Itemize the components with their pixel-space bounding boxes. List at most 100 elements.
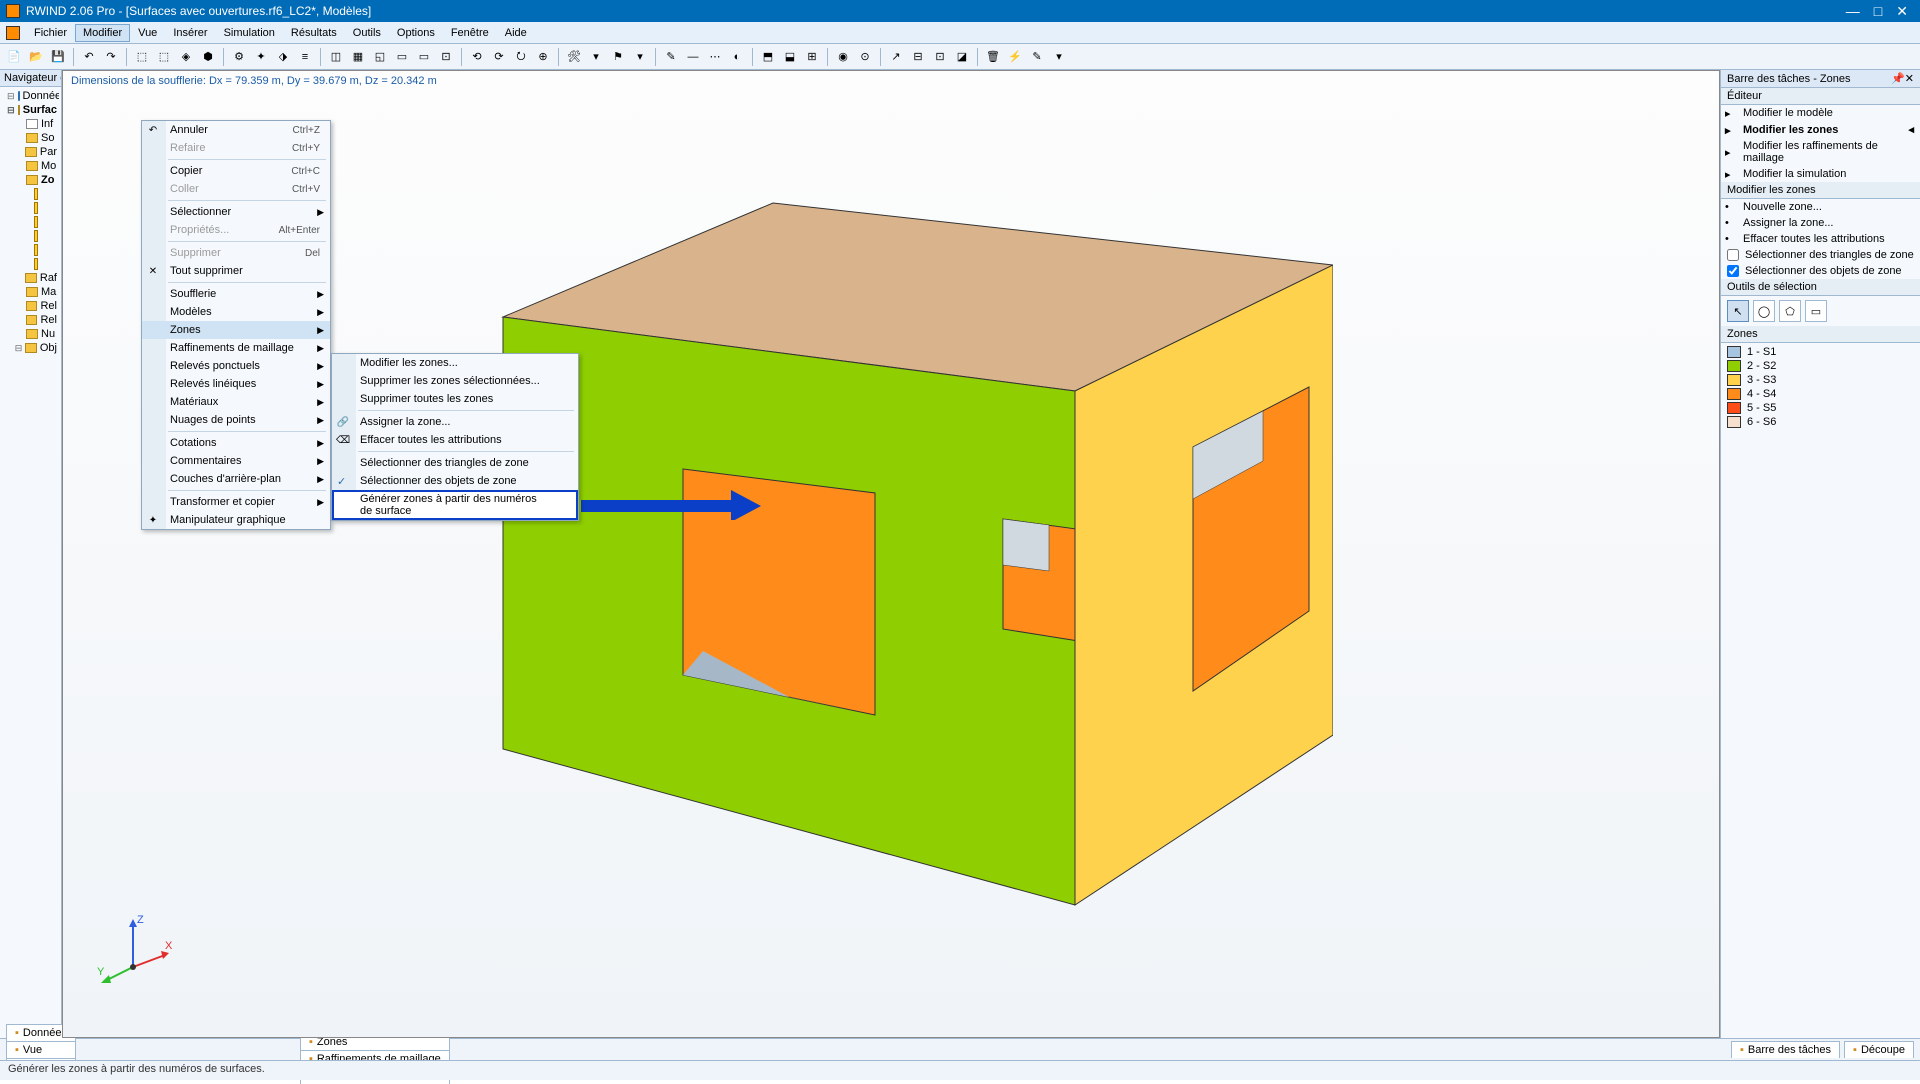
menu-item[interactable]: ✕Tout supprimer — [142, 262, 330, 280]
menu-modifier[interactable]: Modifier — [75, 24, 130, 42]
menu-item[interactable]: Nuages de points▶ — [142, 411, 330, 429]
menu-fichier[interactable]: Fichier — [26, 24, 75, 42]
tree-item[interactable]: Nu — [2, 327, 59, 341]
tree-item[interactable]: Mo — [2, 159, 59, 173]
tool-button[interactable]: ⊞ — [802, 47, 822, 67]
menu-fenêtre[interactable]: Fenêtre — [443, 24, 497, 42]
menu-item[interactable]: Matériaux▶ — [142, 393, 330, 411]
menu-item[interactable]: Générer zones à partir des numéros de su… — [332, 490, 578, 520]
menu-item[interactable]: ✦Manipulateur graphique — [142, 511, 330, 529]
menu-insérer[interactable]: Insérer — [165, 24, 215, 42]
editor-item[interactable]: ▸Modifier les raffinements de maillage — [1721, 138, 1920, 166]
left-tab[interactable]: ▪Vue — [6, 1041, 76, 1058]
orbit-button[interactable]: ⭮ — [511, 47, 531, 67]
zone-legend-item[interactable]: 6 - S6 — [1727, 415, 1914, 429]
zone-legend-item[interactable]: 5 - S5 — [1727, 401, 1914, 415]
save-file-button[interactable]: 💾 — [48, 47, 68, 67]
select-arrow-tool[interactable]: ↖ — [1727, 300, 1749, 322]
tool-button[interactable]: — — [683, 47, 703, 67]
menu-item[interactable]: Zones▶ — [142, 321, 330, 339]
tool-button[interactable]: ✎ — [661, 47, 681, 67]
tool-button[interactable]: ⬚ — [154, 47, 174, 67]
tree-item[interactable]: Par — [2, 145, 59, 159]
menu-item[interactable]: 🔗Assigner la zone... — [332, 413, 578, 431]
menu-options[interactable]: Options — [389, 24, 443, 42]
menu-item[interactable]: Relevés linéiques▶ — [142, 375, 330, 393]
pin-icon[interactable]: 📌 — [1891, 72, 1905, 85]
tool-button[interactable]: 🛠 — [564, 47, 584, 67]
zone-legend-item[interactable]: 1 - S1 — [1727, 345, 1914, 359]
tool-button[interactable]: ⊙ — [855, 47, 875, 67]
tool-button[interactable]: ⬒ — [758, 47, 778, 67]
tool-button[interactable]: ◉ — [833, 47, 853, 67]
tool-button[interactable]: ≡ — [295, 47, 315, 67]
select-poly-tool[interactable]: ⬠ — [1779, 300, 1801, 322]
tree-item[interactable] — [2, 257, 59, 271]
tool-button[interactable]: ⋯ — [705, 47, 725, 67]
tree-item[interactable]: Rel — [2, 313, 59, 327]
zone-legend-item[interactable]: 3 - S3 — [1727, 373, 1914, 387]
tool-button[interactable]: ✎ — [1027, 47, 1047, 67]
view-button[interactable]: ▭ — [392, 47, 412, 67]
fit-button[interactable]: ⊕ — [533, 47, 553, 67]
tool-button[interactable]: ⬚ — [132, 47, 152, 67]
menu-item[interactable]: Sélectionner▶ — [142, 203, 330, 221]
minimize-button[interactable]: — — [1846, 3, 1860, 20]
tree-item[interactable]: Raf — [2, 271, 59, 285]
submenu-zones[interactable]: Modifier les zones...Supprimer les zones… — [331, 353, 579, 521]
tool-button[interactable]: ⬢ — [198, 47, 218, 67]
menu-item[interactable]: ↶AnnulerCtrl+Z — [142, 121, 330, 139]
menu-item[interactable]: Transformer et copier▶ — [142, 493, 330, 511]
tool-button[interactable]: 🗑 — [983, 47, 1003, 67]
right-tab[interactable]: ▪Découpe — [1844, 1041, 1914, 1058]
view-button[interactable]: ◫ — [326, 47, 346, 67]
menu-aide[interactable]: Aide — [497, 24, 535, 42]
menu-item[interactable]: Supprimer toutes les zones — [332, 390, 578, 408]
view-button[interactable]: ⊡ — [436, 47, 456, 67]
tool-button[interactable]: ◪ — [952, 47, 972, 67]
view-button[interactable]: ▭ — [414, 47, 434, 67]
tree-item[interactable]: ⊟Données du — [2, 89, 59, 103]
modzone-item[interactable]: •Nouvelle zone... — [1721, 199, 1920, 215]
menu-vue[interactable]: Vue — [130, 24, 165, 42]
maximize-button[interactable]: □ — [1874, 3, 1882, 20]
tree-item[interactable]: Rel — [2, 299, 59, 313]
menu-item[interactable]: CopierCtrl+C — [142, 162, 330, 180]
redo-button[interactable]: ↷ — [101, 47, 121, 67]
rotate-button[interactable]: ⟳ — [489, 47, 509, 67]
right-tab[interactable]: ▪Barre des tâches — [1731, 1041, 1840, 1058]
view-button[interactable]: ◱ — [370, 47, 390, 67]
tree-item[interactable] — [2, 201, 59, 215]
tool-button[interactable]: ⊡ — [930, 47, 950, 67]
tree-item[interactable] — [2, 229, 59, 243]
modzone-item[interactable]: •Assigner la zone... — [1721, 215, 1920, 231]
menu-item[interactable]: Supprimer les zones sélectionnées... — [332, 372, 578, 390]
zone-legend-item[interactable]: 4 - S4 — [1727, 387, 1914, 401]
undo-button[interactable]: ↶ — [79, 47, 99, 67]
menu-item[interactable]: Modèles▶ — [142, 303, 330, 321]
menu-item[interactable]: Modifier les zones... — [332, 354, 578, 372]
viewport-3d[interactable]: Dimensions de la soufflerie: Dx = 79.359… — [62, 70, 1720, 1038]
menu-résultats[interactable]: Résultats — [283, 24, 345, 42]
project-tree[interactable]: ⊟Données du⊟SurfacInfSoParMoZoRafMaRelRe… — [0, 87, 61, 1038]
tool-button[interactable]: ↗ — [886, 47, 906, 67]
tool-button[interactable]: ◐ — [727, 47, 747, 67]
menu-modifier-dropdown[interactable]: ↶AnnulerCtrl+ZRefaireCtrl+YCopierCtrl+CC… — [141, 120, 331, 530]
tool-button[interactable]: ◈ — [176, 47, 196, 67]
menu-item[interactable]: Sélectionner des triangles de zone — [332, 454, 578, 472]
tree-item[interactable]: Ma — [2, 285, 59, 299]
tree-item[interactable] — [2, 187, 59, 201]
close-icon[interactable]: ✕ — [1905, 72, 1914, 85]
tool-button[interactable]: ⬓ — [780, 47, 800, 67]
menu-item[interactable]: Cotations▶ — [142, 434, 330, 452]
modzone-item[interactable]: •Effacer toutes les attributions — [1721, 231, 1920, 247]
menu-item[interactable]: Commentaires▶ — [142, 452, 330, 470]
rotate-button[interactable]: ⟲ — [467, 47, 487, 67]
menu-item[interactable]: ⌫Effacer toutes les attributions — [332, 431, 578, 449]
menu-item[interactable]: Soufflerie▶ — [142, 285, 330, 303]
zone-select-checkbox[interactable]: Sélectionner des objets de zone — [1721, 263, 1920, 279]
tool-button[interactable]: ✦ — [251, 47, 271, 67]
menu-item[interactable]: Relevés ponctuels▶ — [142, 357, 330, 375]
tool-button[interactable]: ⚙ — [229, 47, 249, 67]
tree-item[interactable]: Inf — [2, 117, 59, 131]
